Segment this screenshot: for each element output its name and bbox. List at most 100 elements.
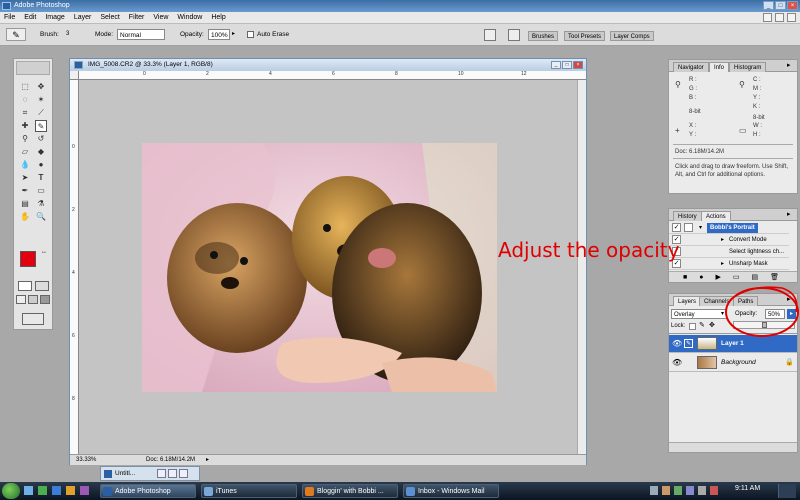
info-panel-menu-icon[interactable]: ▸ (787, 61, 791, 69)
expand-arrow-icon[interactable]: ▸ (721, 258, 724, 270)
expand-arrow-icon[interactable]: ▾ (699, 222, 702, 234)
brush-size[interactable]: 3 (66, 29, 69, 40)
doc-window-close-button[interactable]: × (573, 61, 583, 69)
full-screen-menu-mode-icon[interactable] (28, 295, 38, 304)
menu-window[interactable]: Window (177, 12, 202, 23)
menu-layer[interactable]: Layer (74, 12, 92, 23)
expand-arrow-icon[interactable]: ▸ (721, 234, 724, 246)
close-button[interactable]: × (787, 1, 798, 10)
action-step-name[interactable]: Select lightness ch... (729, 246, 784, 258)
dodge-tool-icon[interactable]: ● (35, 159, 47, 171)
magic-wand-tool-icon[interactable]: ✶ (35, 94, 47, 106)
taskbar-itunes[interactable]: iTunes (201, 484, 297, 498)
hand-tool-icon[interactable]: ✋ (19, 211, 31, 223)
show-desktop-button[interactable] (778, 484, 796, 498)
document-title-bar[interactable]: IMG_5008.CR2 @ 33.3% (Layer 1, RGB/8) _ … (70, 59, 586, 71)
visibility-eye-icon[interactable]: 👁 (672, 354, 682, 372)
volume-icon[interactable] (698, 486, 706, 495)
zoom-level[interactable]: 33.33% (76, 455, 96, 466)
delete-icon[interactable]: 🗑 (770, 272, 779, 282)
notes-tool-icon[interactable]: ▤ (19, 198, 31, 210)
layer-row[interactable]: 👁 Background 🔒 (669, 354, 797, 372)
minimized-document[interactable]: Untitl... (100, 466, 200, 481)
tray-icon[interactable] (650, 486, 658, 495)
pencil-tool-preset-icon[interactable]: ✎ (6, 28, 26, 41)
stop-icon[interactable]: ■ (683, 272, 687, 282)
brush-link-icon[interactable]: ✎ (684, 339, 693, 348)
lock-transparency-icon[interactable] (689, 323, 696, 330)
action-item[interactable]: ✓ ▸ Convert Mode (669, 234, 789, 246)
tab-histogram[interactable]: Histogram (729, 62, 767, 72)
menu-filter[interactable]: Filter (129, 12, 145, 23)
doc-window-minimize-button[interactable]: _ (551, 61, 561, 69)
status-menu-arrow-icon[interactable]: ▸ (206, 455, 209, 466)
play-icon[interactable]: ▶ (715, 272, 720, 282)
zoom-tool-icon[interactable]: 🔍 (35, 211, 47, 223)
mode-select[interactable]: Normal (117, 29, 165, 40)
blur-tool-icon[interactable]: 💧 (19, 159, 31, 171)
tab-brushes[interactable]: Brushes (528, 31, 559, 41)
action-set-name[interactable]: Bobbi's Portrait (707, 223, 758, 233)
lock-pixels-icon[interactable]: ✎ (699, 321, 705, 329)
doc-window-maximize-button[interactable]: □ (562, 61, 572, 69)
minimized-doc-close-button[interactable] (179, 469, 188, 478)
tray-icon[interactable] (710, 486, 718, 495)
layer-name[interactable]: Background (721, 354, 756, 372)
tab-navigator[interactable]: Navigator (673, 62, 709, 72)
lasso-tool-icon[interactable]: ◌ (19, 94, 31, 106)
healing-brush-tool-icon[interactable]: ✚ (19, 120, 31, 132)
menu-image[interactable]: Image (45, 12, 64, 23)
blend-mode-select[interactable]: Overlay (671, 309, 727, 319)
quicklaunch-app-icon[interactable] (80, 486, 89, 495)
lock-position-icon[interactable]: ✥ (709, 321, 715, 329)
action-item[interactable]: ✓ ▸ Unsharp Mask (669, 258, 789, 270)
action-toggle-checkbox[interactable]: ✓ (672, 223, 681, 232)
marquee-tool-icon[interactable]: ⬚ (19, 81, 31, 93)
taskbar-browser[interactable]: Bloggin' with Bobbi ... (302, 484, 398, 498)
pencil-tool-icon[interactable]: ✎ (35, 120, 47, 132)
new-set-icon[interactable]: ▭ (733, 272, 740, 282)
action-step-name[interactable]: Unsharp Mask (729, 258, 768, 270)
tab-info[interactable]: Info (709, 62, 730, 72)
menu-select[interactable]: Select (100, 12, 119, 23)
layer-thumbnail[interactable] (697, 356, 717, 369)
path-selection-tool-icon[interactable]: ➤ (19, 172, 31, 184)
palette-well-icon[interactable] (484, 29, 496, 41)
layer-thumbnail[interactable] (697, 337, 717, 350)
tab-layers[interactable]: Layers (673, 296, 702, 306)
doc-minimize-button[interactable] (763, 13, 772, 22)
opacity-input[interactable]: 100% (208, 29, 230, 40)
eyedropper-tool-icon[interactable]: ⚗ (35, 198, 47, 210)
action-step-name[interactable]: Convert Mode (729, 234, 767, 246)
jump-to-imageready-icon[interactable] (22, 313, 44, 325)
move-tool-icon[interactable]: ✥ (35, 81, 47, 93)
doc-close-button[interactable] (787, 13, 796, 22)
menu-edit[interactable]: Edit (24, 12, 36, 23)
dialog-toggle-icon[interactable] (684, 223, 693, 232)
tab-history[interactable]: History (673, 211, 702, 221)
quicklaunch-show-desktop-icon[interactable] (24, 486, 33, 495)
tab-tool-presets[interactable]: Tool Presets (564, 31, 606, 41)
type-tool-icon[interactable]: T (35, 172, 47, 184)
record-icon[interactable]: ● (699, 272, 703, 282)
standard-screen-mode-icon[interactable] (16, 295, 26, 304)
shape-tool-icon[interactable]: ▭ (35, 185, 47, 197)
history-brush-tool-icon[interactable]: ↺ (35, 133, 47, 145)
tray-icon[interactable] (674, 486, 682, 495)
foreground-color-swatch[interactable] (20, 251, 36, 267)
quicklaunch-media-icon[interactable] (66, 486, 75, 495)
crop-tool-icon[interactable]: ⌗ (19, 107, 31, 119)
network-icon[interactable] (686, 486, 694, 495)
menu-view[interactable]: View (153, 12, 168, 23)
quicklaunch-ie-icon[interactable] (52, 486, 61, 495)
quicklaunch-switch-windows-icon[interactable] (38, 486, 47, 495)
standard-mode-icon[interactable] (18, 281, 32, 291)
pen-tool-icon[interactable]: ✒ (19, 185, 31, 197)
minimize-button[interactable]: _ (763, 1, 774, 10)
auto-erase-checkbox[interactable] (247, 31, 254, 38)
visibility-eye-icon[interactable]: 👁 (672, 335, 682, 353)
tab-layer-comps[interactable]: Layer Comps (610, 31, 654, 41)
feather-logo-icon[interactable] (16, 61, 50, 75)
toggle-palettes-icon[interactable] (508, 29, 520, 41)
menu-file[interactable]: File (4, 12, 15, 23)
